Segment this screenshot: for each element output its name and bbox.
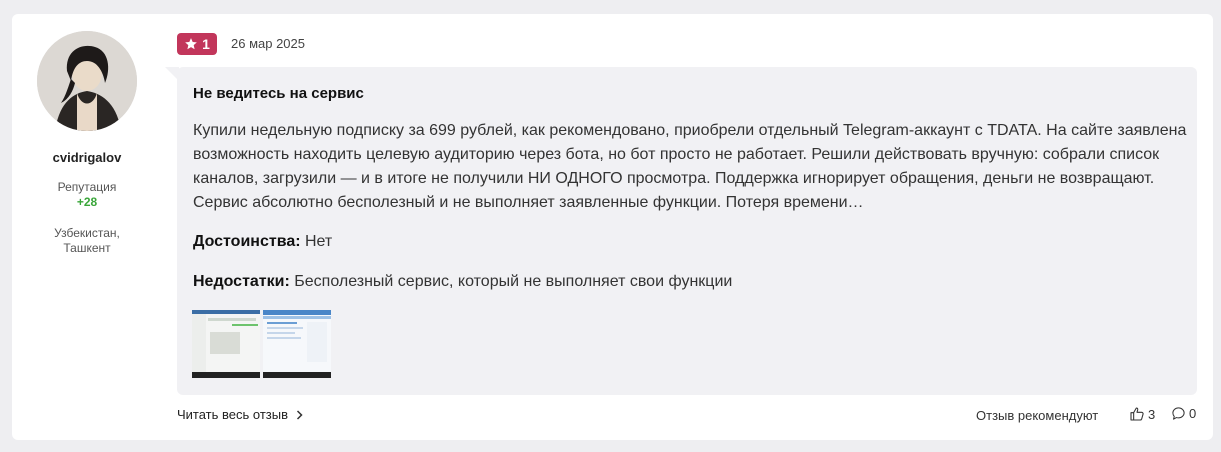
reputation-label: Репутация [57, 180, 117, 194]
review-body: Купили недельную подписку за 699 рублей,… [193, 122, 1187, 211]
cons-label: Недостатки: [193, 273, 290, 290]
review-bubble: Не ведитесь на сервис Купили недельную п… [177, 67, 1197, 395]
comment-icon [1172, 407, 1185, 420]
reputation-value: +28 [76, 195, 98, 209]
location-country: Узбекистан, [54, 226, 120, 240]
author-location: Узбекистан, Ташкент [12, 226, 162, 256]
attachment-thumbnail[interactable] [263, 310, 331, 378]
rating-badge: 1 [177, 33, 217, 55]
comments-count: 0 [1189, 406, 1197, 421]
review-pros: Достоинства: Нет [193, 233, 332, 251]
review-card: cvidrigalov Репутация +28 Узбекистан, Та… [12, 14, 1213, 440]
read-full-review-link[interactable]: Читать весь отзыв [177, 407, 303, 422]
author-username[interactable]: cvidrigalov [12, 150, 162, 165]
review-title: Не ведитесь на сервис [193, 85, 364, 102]
review-date: 26 мар 2025 [231, 36, 306, 51]
likes-count: 3 [1148, 406, 1156, 422]
avatar[interactable] [37, 31, 137, 131]
recommended-label: Отзыв рекомендуют [976, 408, 1099, 423]
review-cons: Недостатки: Бесполезный сервис, который … [193, 273, 732, 291]
rating-value: 1 [202, 36, 210, 52]
location-city: Ташкент [63, 241, 111, 255]
read-more-label: Читать весь отзыв [177, 407, 289, 422]
attachment-thumbnail[interactable] [192, 310, 260, 378]
pros-text: Нет [300, 233, 333, 250]
pros-label: Достоинства: [193, 233, 301, 250]
cons-text: Бесполезный сервис, который не выполняет… [289, 273, 733, 290]
like-button[interactable]: 3 [1129, 406, 1155, 422]
star-icon [185, 38, 197, 50]
chevron-right-icon [296, 409, 303, 420]
attachments [192, 310, 331, 378]
comments-button[interactable]: 0 [1171, 406, 1196, 421]
thumbs-up-icon [1130, 407, 1144, 421]
